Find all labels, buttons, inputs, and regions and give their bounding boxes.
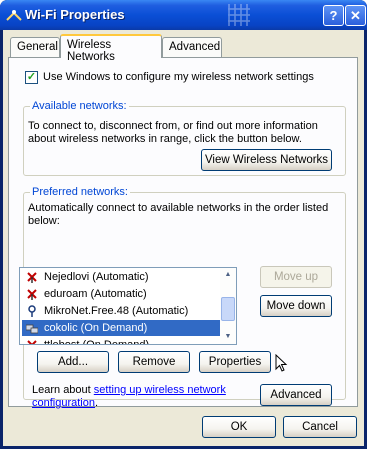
wireless-x-icon [27,340,37,344]
list-scrollbar[interactable]: ▲ ▼ [220,268,236,344]
move-down-button[interactable]: Move down [260,295,332,317]
learn-about-text-line2: configuration. [32,397,99,409]
learn-about-text: Learn about setting up wireless network [32,384,226,396]
view-wireless-networks-button[interactable]: View Wireless Networks [201,149,332,171]
list-item[interactable]: ttlebost (On Demand) [22,337,222,345]
cancel-button[interactable]: Cancel [283,416,357,438]
dialog-body: General Wireless Networks Advanced ✓ Use… [3,30,364,446]
ok-button[interactable]: OK [202,416,276,438]
move-up-button[interactable]: Move up [260,266,332,288]
properties-window: Wi-Fi Properties ? ✕ General Wireless Ne… [0,0,367,449]
available-networks-title: Available networks: [30,100,129,112]
tab-panel: ✓ Use Windows to configure my wireless n… [8,57,358,409]
help-button[interactable]: ? [323,5,344,26]
network-name: MikroNet.Free.48 (Automatic) [44,305,189,317]
titlebar-decoration [228,4,250,26]
use-windows-label: Use Windows to configure my wireless net… [43,71,314,83]
network-connection-icon [6,10,22,21]
available-description-line1: To connect to, disconnect from, or find … [28,120,318,132]
wireless-antenna-icon [28,305,36,317]
learn-link-line1[interactable]: setting up wireless network [94,384,226,396]
wireless-x-icon [27,289,37,300]
scroll-up-arrow-icon[interactable]: ▲ [220,268,236,282]
scroll-thumb[interactable] [221,297,235,321]
close-button[interactable]: ✕ [345,5,366,26]
advanced-button[interactable]: Advanced [260,384,332,406]
window-title: Wi-Fi Properties [25,7,125,22]
available-networks-group: Available networks: To connect to, disco… [23,100,346,176]
mouse-cursor-icon [275,354,288,372]
use-windows-checkbox[interactable]: ✓ [25,71,38,84]
list-item[interactable]: eduroam (Automatic) [22,286,222,302]
list-item[interactable]: Nejedlovi (Automatic) [22,269,222,285]
network-name: eduroam (Automatic) [44,288,147,300]
network-name: Nejedlovi (Automatic) [44,271,149,283]
network-name: ttlebost (On Demand) [44,339,150,345]
remove-button[interactable]: Remove [118,351,190,373]
preferred-description-line1: Automatically connect to available netwo… [28,202,329,214]
list-item-selected[interactable]: cokolic (On Demand) [22,320,222,336]
preferred-networks-list[interactable]: Nejedlovi (Automatic) eduroam (Automatic… [19,267,237,345]
tab-advanced[interactable]: Advanced [162,37,222,57]
preferred-description-line2: below: [28,215,60,227]
scroll-down-arrow-icon[interactable]: ▼ [220,330,236,344]
title-bar[interactable]: Wi-Fi Properties ? ✕ [0,0,367,30]
preferred-networks-title: Preferred networks: [30,186,130,198]
network-name: cokolic (On Demand) [44,322,148,334]
add-button[interactable]: Add... [37,351,109,373]
ad-hoc-icon [26,324,38,334]
learn-link-line2[interactable]: configuration [32,397,95,409]
wireless-x-icon [27,272,37,283]
tab-wireless-networks[interactable]: Wireless Networks [60,34,162,63]
properties-button[interactable]: Properties [199,351,271,373]
list-item[interactable]: MikroNet.Free.48 (Automatic) [22,303,222,319]
tab-general[interactable]: General [10,37,60,57]
available-description-line2: about wireless networks in range, click … [28,133,302,145]
